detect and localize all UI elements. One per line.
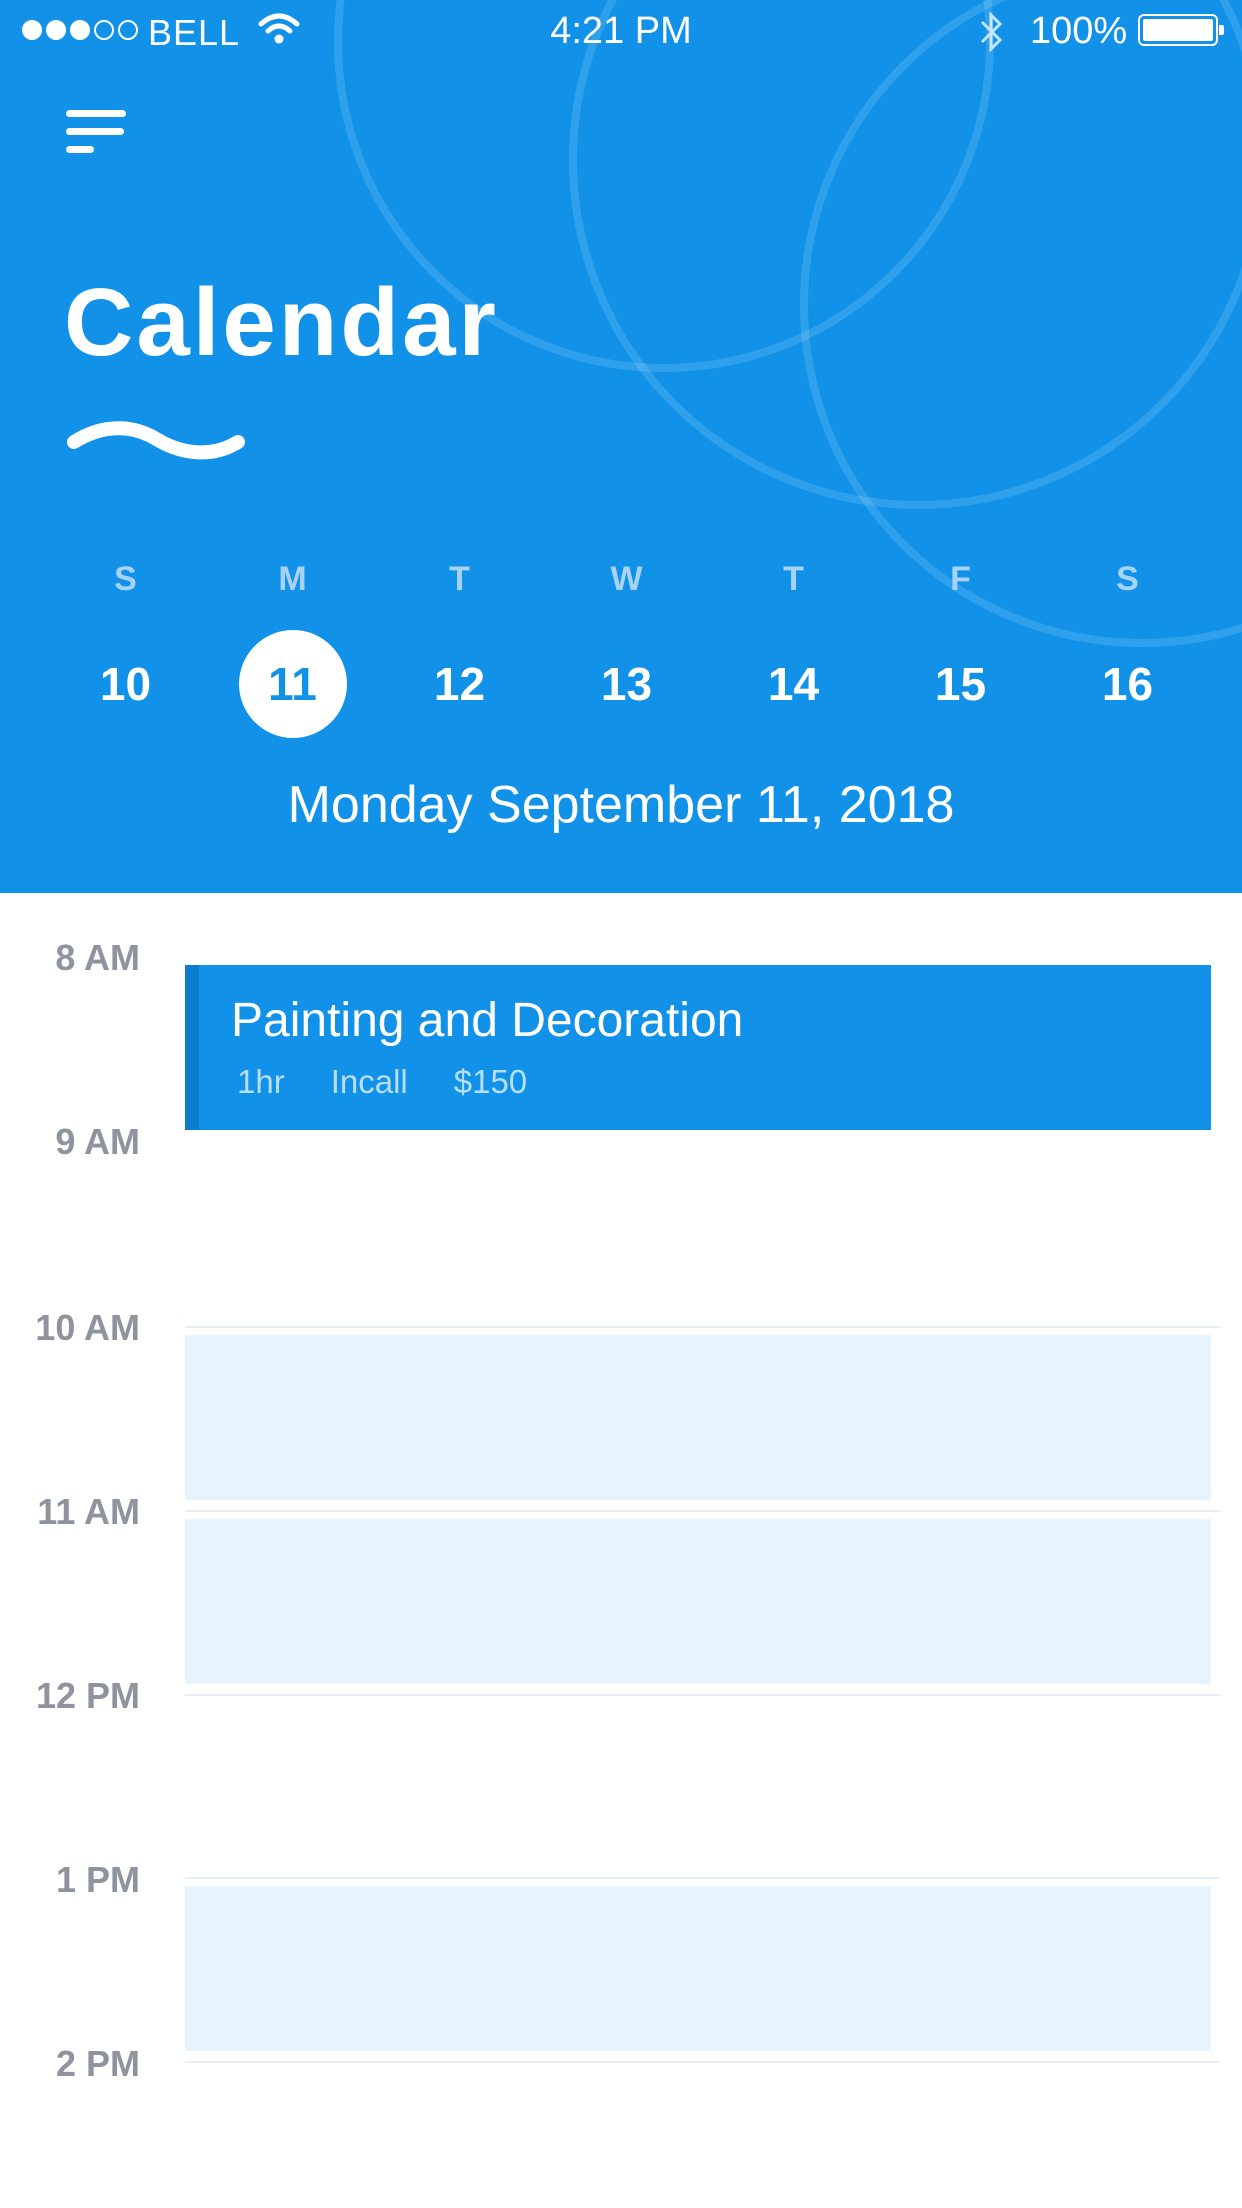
day-schedule: 8 AM 9 AM 10 AM 11 AM 12 PM 1 PM 2 PM Pa… xyxy=(0,893,1242,2208)
hour-label: 12 PM xyxy=(35,1675,140,1716)
day-letter: S xyxy=(114,560,137,598)
available-slot[interactable] xyxy=(185,1335,1211,1500)
available-slot[interactable] xyxy=(185,1886,1211,2051)
day-letter: W xyxy=(610,560,643,598)
event-duration: 1hr xyxy=(237,1063,285,1100)
bluetooth-icon xyxy=(980,11,1003,53)
hour-label: 11 AM xyxy=(37,1491,140,1532)
day-number: 16 xyxy=(1101,658,1154,710)
event-card[interactable]: Painting and Decoration 1hr Incall $150 xyxy=(185,965,1211,1130)
day-number: 10 xyxy=(99,658,152,710)
calendar-header: BELL 4:21 PM 100% Calendar S 10 M 11 T 12 W 13 T… xyxy=(0,0,1242,893)
day-number: 14 xyxy=(767,658,820,710)
hour-divider xyxy=(185,1877,1220,1879)
day-15[interactable]: F 15 xyxy=(877,552,1044,738)
week-strip: S 10 M 11 T 12 W 13 T 14 F 15 S 16 xyxy=(42,552,1212,738)
hour-divider xyxy=(185,2061,1220,2063)
event-details: 1hr Incall $150 xyxy=(237,1063,527,1101)
day-letter: T xyxy=(783,560,804,598)
day-16[interactable]: S 16 xyxy=(1044,552,1211,738)
day-number: 12 xyxy=(433,658,486,710)
hour-label: 10 AM xyxy=(35,1307,140,1348)
day-number: 13 xyxy=(600,658,653,710)
day-letter: F xyxy=(950,560,971,598)
hour-divider xyxy=(185,1326,1220,1328)
day-number: 15 xyxy=(934,658,987,710)
day-11[interactable]: M 11 xyxy=(209,552,376,738)
available-slot[interactable] xyxy=(185,1519,1211,1684)
day-letter: S xyxy=(1116,560,1139,598)
wave-icon xyxy=(67,421,245,460)
selected-day-number: 11 xyxy=(238,630,347,738)
hour-divider xyxy=(185,1510,1220,1512)
status-bar: BELL 4:21 PM 100% xyxy=(0,0,1242,62)
event-price: $150 xyxy=(453,1063,528,1100)
hour-label: 9 AM xyxy=(55,1121,140,1162)
menu-icon[interactable] xyxy=(66,110,130,170)
day-letter: T xyxy=(449,560,470,598)
page-title: Calendar xyxy=(64,269,499,376)
hour-divider xyxy=(185,1694,1220,1696)
day-letter: M xyxy=(278,560,307,598)
hour-label: 2 PM xyxy=(55,2043,140,2084)
hour-label: 8 AM xyxy=(55,937,140,978)
hour-label: 1 PM xyxy=(55,1859,140,1900)
event-type: Incall xyxy=(330,1063,408,1100)
battery-icon xyxy=(1138,14,1224,46)
day-13[interactable]: W 13 xyxy=(543,552,710,738)
day-14[interactable]: T 14 xyxy=(710,552,877,738)
day-12[interactable]: T 12 xyxy=(376,552,543,738)
selected-date: Monday September 11, 2018 xyxy=(287,776,955,834)
day-10[interactable]: S 10 xyxy=(42,552,209,738)
battery-percentage: 100% xyxy=(1030,10,1128,52)
event-title: Painting and Decoration xyxy=(231,994,744,1047)
